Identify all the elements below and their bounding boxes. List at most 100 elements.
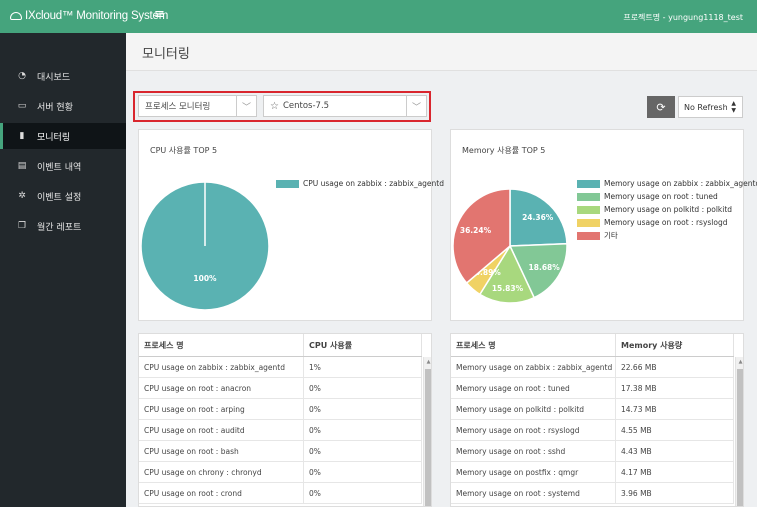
- scrollbar-thumb[interactable]: [737, 369, 743, 506]
- legend-item[interactable]: Memory usage on zabbix : zabbix_agentd: [577, 177, 757, 190]
- cpu-pie-chart: 100%: [140, 181, 270, 311]
- table-cell: CPU usage on root : anacron: [139, 378, 304, 398]
- table-row[interactable]: CPU usage on zabbix : zabbix_agentd 1%: [139, 357, 422, 378]
- chevron-down-icon: ﹀: [406, 96, 426, 116]
- sidebar-item-2[interactable]: ▭ 서버 현황: [0, 93, 126, 119]
- table-cell: 0%: [304, 462, 422, 482]
- legend-label: 기타: [604, 231, 618, 240]
- table-row[interactable]: CPU usage on root : arping 0%: [139, 399, 422, 420]
- table-cell: Memory usage on root : sshd: [451, 441, 616, 461]
- table-row[interactable]: Memory usage on postfix : qmgr 4.17 MB: [451, 462, 734, 483]
- cpu-legend: CPU usage on zabbix : zabbix_agentd: [276, 177, 444, 190]
- legend-item[interactable]: 기타: [577, 229, 757, 242]
- legend-item[interactable]: Memory usage on root : tuned: [577, 190, 757, 203]
- table-cell: CPU usage on root : auditd: [139, 420, 304, 440]
- table-row[interactable]: Memory usage on root : tuned 17.38 MB: [451, 378, 734, 399]
- table-row[interactable]: Memory usage on root : sshd 4.43 MB: [451, 441, 734, 462]
- table-row[interactable]: Memory usage on root : systemd 3.96 MB: [451, 483, 734, 504]
- table-cell: 4.55 MB: [616, 420, 734, 440]
- legend-label: Memory usage on root : rsyslogd: [604, 218, 728, 227]
- table-row[interactable]: CPU usage on chrony : chronyd 0%: [139, 462, 422, 483]
- page-header: 모니터링: [126, 33, 757, 71]
- server-select[interactable]: ☆ Centos-7.5 ﹀: [263, 95, 427, 117]
- refresh-button[interactable]: ⟳: [647, 96, 675, 118]
- legend-swatch: [276, 179, 299, 188]
- vertical-scrollbar[interactable]: ▲: [423, 357, 431, 506]
- table-row[interactable]: Memory usage on polkitd : polkitd 14.73 M…: [451, 399, 734, 420]
- sidebar-item-label: 대시보드: [37, 72, 71, 83]
- memory-chart-card: Memory 사용률 TOP 5 24.36% 18.68% 15.83% 4.89%…: [450, 129, 757, 321]
- table-cell: CPU usage on zabbix : zabbix_agentd: [139, 357, 304, 377]
- sidebar-item-label: 모니터링: [37, 132, 71, 143]
- legend-item[interactable]: Memory usage on polkitd : polkitd: [577, 203, 757, 216]
- refresh-icon: ⟳: [656, 100, 666, 114]
- table-cell: Memory usage on zabbix : zabbix_agentd: [451, 357, 616, 377]
- sidebar-item-label: 이벤트 설정: [37, 192, 82, 203]
- table-cell: 14.73 MB: [616, 399, 734, 419]
- column-header[interactable]: Memory 사용량: [616, 334, 734, 356]
- table-cell: 0%: [304, 420, 422, 440]
- monitor-type-select[interactable]: 프로세스 모니터링 ﹀: [138, 95, 257, 117]
- table-header: 프로세스 명 CPU 사용률: [139, 334, 422, 357]
- sidebar-item-4[interactable]: ▤ 이벤트 내역: [0, 153, 126, 179]
- book-icon: ▤: [17, 161, 27, 171]
- table-cell: 0%: [304, 441, 422, 461]
- table-row[interactable]: Memory usage on zabbix : zabbix_agentd 22…: [451, 357, 734, 378]
- pie-slice-label: 18.68%: [529, 263, 561, 272]
- bar-chart-icon: ▮: [19, 131, 25, 141]
- refresh-interval-select[interactable]: No Refresh ▲ ▼: [678, 96, 743, 118]
- table-cell: CPU usage on root : crond: [139, 483, 304, 503]
- brand[interactable]: IXcloud™ Monitoring System: [10, 10, 168, 22]
- memory-legend: Memory usage on zabbix : zabbix_agentd Me…: [577, 177, 757, 242]
- table-cell: 22.66 MB: [616, 357, 734, 377]
- star-icon: ☆: [270, 100, 279, 112]
- table-cell: 0%: [304, 483, 422, 503]
- scroll-up-arrow-icon[interactable]: ▲: [736, 359, 743, 365]
- sidebar: ◔ 대시보드 ▭ 서버 현황 ▮ 모니터링 ▤ 이벤트 내역 ✲ 이벤트 설정 ❐ 월간 레포트: [0, 33, 126, 507]
- hamburger-menu-icon[interactable]: ≡: [154, 8, 165, 22]
- legend-label: Memory usage on root : tuned: [604, 192, 718, 201]
- legend-swatch: [577, 231, 600, 240]
- table-cell: 17.38 MB: [616, 378, 734, 398]
- sidebar-item-3[interactable]: ▮ 모니터링: [0, 123, 126, 149]
- sort-arrows-icon: ▲ ▼: [731, 100, 736, 114]
- table-cell: CPU usage on chrony : chronyd: [139, 462, 304, 482]
- legend-item[interactable]: CPU usage on zabbix : zabbix_agentd: [276, 177, 444, 190]
- legend-swatch: [577, 205, 600, 214]
- pie-slice-label: 24.36%: [522, 213, 554, 222]
- table-row[interactable]: Memory usage on root : rsyslogd 4.55 MB: [451, 420, 734, 441]
- legend-label: Memory usage on polkitd : polkitd: [604, 205, 733, 214]
- legend-label: Memory usage on zabbix : zabbix_agentd: [604, 179, 757, 188]
- project-name: 프로젝트명 - yungung1118_test: [623, 13, 743, 22]
- monitor-type-value: 프로세스 모니터링: [145, 102, 211, 112]
- table-cell: Memory usage on root : rsyslogd: [451, 420, 616, 440]
- table-row[interactable]: CPU usage on root : crond 0%: [139, 483, 422, 504]
- sidebar-item-1[interactable]: ◔ 대시보드: [0, 63, 126, 89]
- legend-item[interactable]: Memory usage on root : rsyslogd: [577, 216, 757, 229]
- sidebar-item-label: 이벤트 내역: [37, 162, 82, 173]
- sidebar-item-5[interactable]: ✲ 이벤트 설정: [0, 183, 126, 209]
- gear-icon: ✲: [18, 191, 26, 201]
- table-cell: CPU usage on root : bash: [139, 441, 304, 461]
- vertical-scrollbar[interactable]: ▲: [735, 357, 743, 506]
- scroll-up-arrow-icon[interactable]: ▲: [424, 359, 431, 365]
- table-cell: 4.17 MB: [616, 462, 734, 482]
- cpu-process-table: 프로세스 명 CPU 사용률 CPU usage on zabbix : zabbi…: [138, 333, 432, 507]
- file-copy-icon: ❐: [17, 221, 27, 231]
- cpu-chart-card: CPU 사용률 TOP 5 100% CPU usage on zabbix :…: [138, 129, 444, 321]
- table-cell: 0%: [304, 378, 422, 398]
- column-header[interactable]: CPU 사용률: [304, 334, 422, 356]
- table-header: 프로세스 명 Memory 사용량: [451, 334, 734, 357]
- sidebar-item-6[interactable]: ❐ 월간 레포트: [0, 213, 126, 239]
- table-row[interactable]: CPU usage on root : bash 0%: [139, 441, 422, 462]
- column-header[interactable]: 프로세스 명: [451, 334, 616, 356]
- sidebar-item-label: 월간 레포트: [37, 222, 82, 233]
- table-cell: 3.96 MB: [616, 483, 734, 503]
- table-cell: Memory usage on root : tuned: [451, 378, 616, 398]
- column-header[interactable]: 프로세스 명: [139, 334, 304, 356]
- pie-slice-label: 15.83%: [492, 284, 524, 293]
- table-cell: 0%: [304, 399, 422, 419]
- table-row[interactable]: CPU usage on root : anacron 0%: [139, 378, 422, 399]
- scrollbar-thumb[interactable]: [425, 369, 431, 506]
- table-row[interactable]: CPU usage on root : auditd 0%: [139, 420, 422, 441]
